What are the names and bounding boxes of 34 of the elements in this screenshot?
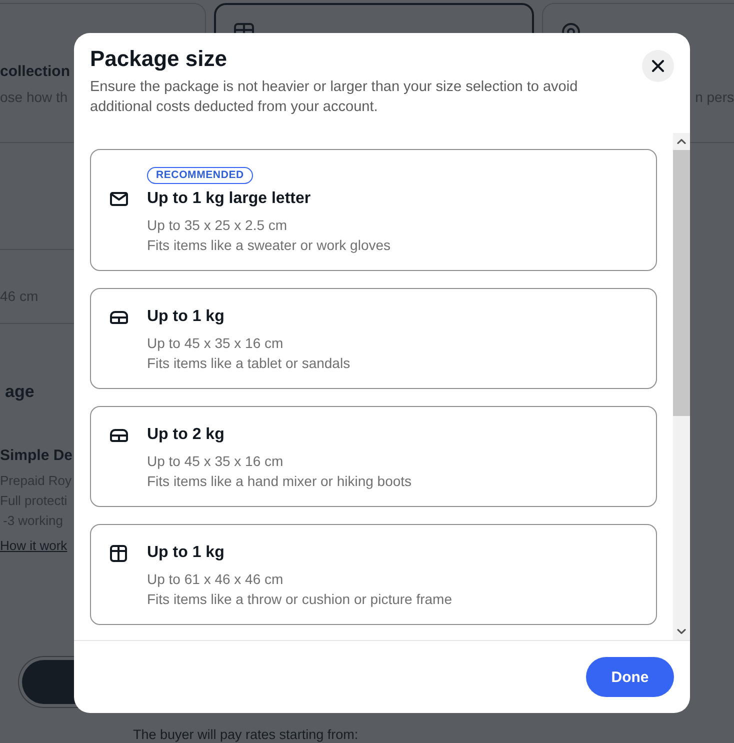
dialog-description: Ensure the package is not heavier or larger than your size selection to avoid additional costs deducted from your account. bbox=[90, 78, 579, 117]
scrollbar-thumb[interactable] bbox=[673, 150, 690, 416]
option-title: Up to 1 kg bbox=[147, 543, 224, 563]
close-button[interactable] bbox=[642, 50, 674, 82]
scroll-down-icon[interactable] bbox=[677, 629, 686, 634]
package-option-card[interactable]: Up to 2 kg Up to 45 x 35 x 16 cm Fits items like a hand mixer or hiking boots bbox=[90, 406, 657, 507]
option-examples: Fits items like a sweater or work gloves bbox=[147, 236, 391, 255]
option-title: Up to 2 kg bbox=[147, 425, 224, 445]
close-icon bbox=[652, 60, 664, 72]
package-option-card[interactable]: Up to 1 kg Up to 61 x 46 x 46 cm Fits items like a throw or cushion or picture frame bbox=[90, 524, 657, 625]
option-title: Up to 1 kg large letter bbox=[147, 189, 311, 209]
section-heading: age bbox=[5, 381, 34, 403]
box-icon bbox=[110, 310, 128, 324]
option-examples: Fits items like a hand mixer or hiking boots bbox=[147, 472, 412, 491]
scroll-up-icon[interactable] bbox=[677, 139, 686, 144]
option-dimensions: Up to 35 x 25 x 2.5 cm bbox=[147, 216, 288, 235]
package-option-card[interactable]: RECOMMENDED Up to 1 kg large letter Up to 35 x 25 x 2.5 cm Fits items like a sweater or work gloves bbox=[90, 149, 657, 271]
option-examples: Fits items like a tablet or sandals bbox=[147, 354, 350, 373]
option-examples: Fits items like a throw or cushion or picture frame bbox=[147, 590, 452, 609]
rates-note: The buyer will pay rates starting from: bbox=[133, 727, 358, 743]
dialog-title: Package size bbox=[90, 45, 227, 73]
box-icon bbox=[110, 544, 127, 562]
option-title: collection bbox=[0, 62, 70, 82]
envelope-icon bbox=[110, 192, 128, 206]
recommended-badge: RECOMMENDED bbox=[147, 167, 253, 184]
done-button[interactable]: Done bbox=[586, 657, 674, 697]
option-title: Up to 1 kg bbox=[147, 307, 224, 327]
box-icon bbox=[110, 428, 128, 442]
option-dimensions: Up to 61 x 46 x 46 cm bbox=[147, 570, 284, 589]
option-dimensions: Up to 45 x 35 x 16 cm bbox=[147, 334, 284, 353]
scrollbar[interactable] bbox=[673, 133, 690, 640]
package-option-card[interactable]: Up to 1 kg Up to 45 x 35 x 16 cm Fits items like a tablet or sandals bbox=[90, 288, 657, 389]
option-dimensions: Up to 45 x 35 x 16 cm bbox=[147, 452, 284, 471]
service-title: Simple De bbox=[0, 446, 73, 466]
